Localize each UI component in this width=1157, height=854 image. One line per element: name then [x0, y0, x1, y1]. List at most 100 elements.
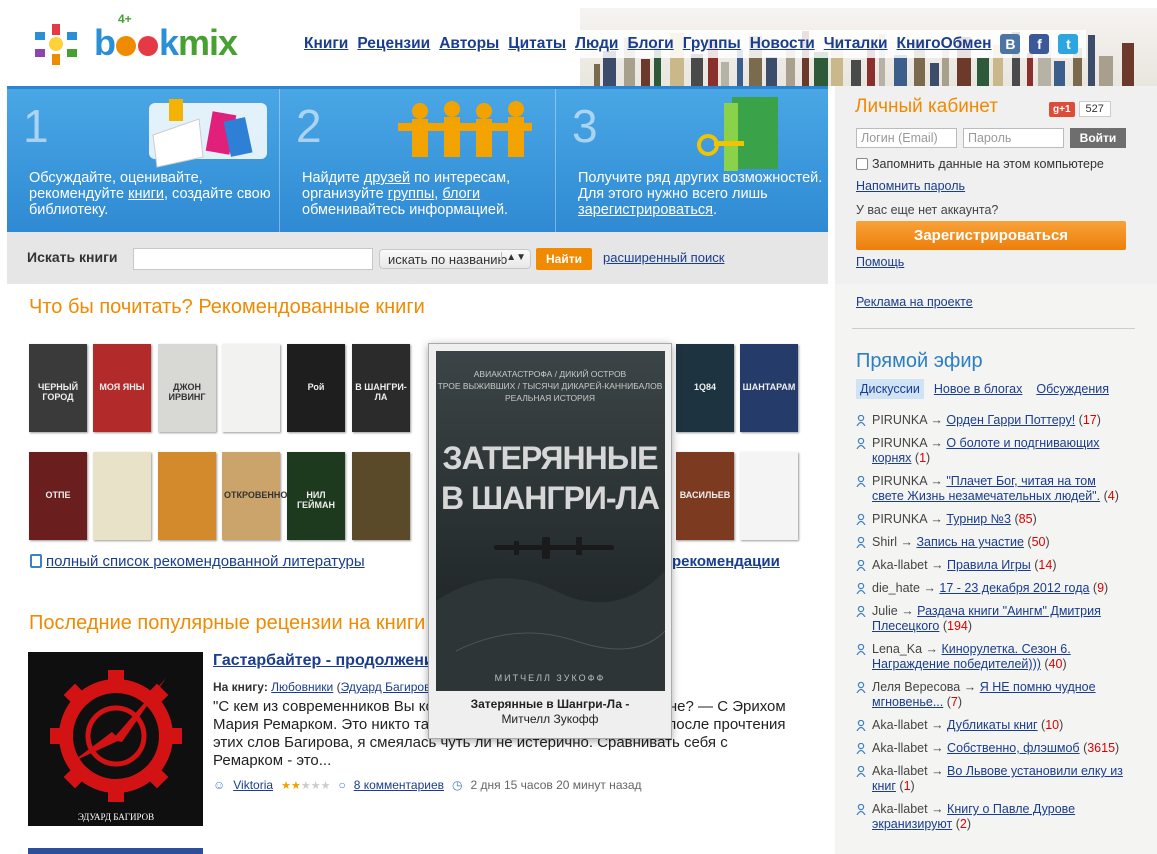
nav-item[interactable]: КнигоОбмен — [897, 35, 992, 53]
book-cover[interactable] — [352, 452, 410, 540]
feed-user[interactable]: Lena_Ka — [872, 642, 922, 656]
book-popup[interactable]: АВИАКАТАСТРОФА / ДИКИЙ ОСТРОВ ТРОЕ ВЫЖИВ… — [428, 343, 672, 739]
feed-topic-link[interactable]: Раздача книги "Аингм" Дмитрия Плесецкого — [872, 604, 1101, 633]
book-cover[interactable]: 1Q84 — [676, 344, 734, 432]
recommendations-link[interactable]: рекомендации — [672, 553, 780, 570]
advanced-search-link[interactable]: расширенный поиск — [603, 250, 724, 265]
clock-icon: ◷ — [452, 778, 463, 792]
feed-user[interactable]: Aka-llabet — [872, 741, 928, 755]
book-cover[interactable]: ДЖОН ИРВИНГ — [158, 344, 216, 432]
nav-item[interactable]: Читалки — [824, 35, 888, 53]
search-button[interactable]: Найти — [536, 248, 592, 270]
nav-item[interactable]: Цитаты — [508, 35, 566, 53]
book-cover[interactable]: ЧЕРНЫЙ ГОРОД — [29, 344, 87, 432]
nav-item[interactable]: Блоги — [627, 35, 673, 53]
forgot-password-link[interactable]: Напомнить пароль — [856, 179, 965, 193]
book-cover[interactable] — [222, 344, 280, 432]
tab-2[interactable]: Обсуждения — [1032, 379, 1113, 399]
popup-cover: АВИАКАТАСТРОФА / ДИКИЙ ОСТРОВ ТРОЕ ВЫЖИВ… — [436, 351, 665, 691]
books-icon — [149, 99, 267, 168]
review-time: 2 дня 15 часов 20 минут назад — [470, 778, 642, 792]
feed-topic-link[interactable]: Дубликаты книг — [947, 718, 1038, 732]
book-cover[interactable]: ОТКРОВЕННО — [222, 452, 287, 540]
shelf-book — [691, 54, 703, 86]
register-button[interactable]: Зарегистрироваться — [856, 221, 1126, 250]
groups-link[interactable]: группы — [388, 186, 435, 202]
feed-user[interactable]: PIRUNKA — [872, 474, 927, 488]
comments-link[interactable]: 8 комментариев — [354, 778, 444, 792]
feed-topic-link[interactable]: Правила Игры — [947, 558, 1031, 572]
gplus-button[interactable]: g+1 — [1049, 101, 1075, 117]
nav-item[interactable]: Рецензии — [357, 35, 430, 53]
nav-item[interactable]: Группы — [683, 35, 741, 53]
book-cover[interactable]: НИЛ ГЕЙМАН — [287, 452, 345, 540]
logo[interactable]: 4+ b kmix — [30, 12, 260, 66]
book-cover[interactable] — [158, 452, 216, 540]
feed-user[interactable]: Shirl — [872, 535, 897, 549]
reviews-title: Последние популярные рецензии на книги — [29, 612, 426, 634]
feed-user[interactable]: PIRUNKA — [872, 436, 927, 450]
review-author-link[interactable]: Эдуард Багиров — [341, 680, 431, 694]
tab-0[interactable]: Дискуссии — [856, 379, 924, 399]
books-link[interactable]: книги — [128, 186, 164, 202]
book-cover[interactable]: ШАНТАРАМ — [740, 344, 798, 432]
review-book-link[interactable]: Любовники — [271, 680, 333, 694]
review-book-cover[interactable]: ЭДУАРД БАГИРОВ — [28, 652, 203, 826]
feed-topic-link[interactable]: Турнир №3 — [946, 512, 1011, 526]
feed-count: 50 — [1031, 535, 1046, 549]
feed-topic-link[interactable]: Орден Гарри Поттеру! — [946, 413, 1075, 427]
review-title-link[interactable]: Гастарбайтер - продолжение — [213, 652, 443, 670]
feed-user[interactable]: Aka-llabet — [872, 802, 928, 816]
feed-topic-link[interactable]: 17 - 23 декабря 2012 года — [939, 581, 1089, 595]
facebook-icon[interactable]: f — [1029, 34, 1050, 54]
nav-item[interactable]: Авторы — [439, 35, 499, 53]
login-button[interactable]: Войти — [1070, 128, 1126, 148]
book-cover[interactable] — [740, 452, 798, 540]
register-link[interactable]: зарегистрироваться — [578, 202, 713, 218]
tab-1[interactable]: Новое в блогах — [930, 379, 1026, 399]
step-number: 2 — [296, 100, 322, 152]
feed-user[interactable]: die_hate — [872, 581, 920, 595]
step-number: 1 — [23, 100, 49, 152]
search-type-select[interactable]: искать по названию ▲▼ — [379, 249, 531, 269]
shelf-book — [1054, 61, 1065, 86]
search-input[interactable] — [133, 248, 373, 270]
help-link[interactable]: Помощь — [856, 255, 904, 269]
feed-count: 14 — [1038, 558, 1053, 572]
book-cover[interactable] — [93, 452, 151, 540]
feed-user[interactable]: Aka-llabet — [872, 558, 928, 572]
nav-item[interactable]: Книги — [304, 35, 348, 53]
gplus-widget[interactable]: g+1 527 — [1049, 100, 1111, 118]
book-cover[interactable]: ОТПЕ — [29, 452, 87, 540]
password-input[interactable]: Пароль — [963, 128, 1064, 148]
checkbox[interactable] — [856, 158, 868, 170]
login-input[interactable]: Логин (Email) — [856, 128, 957, 148]
remember-checkbox[interactable]: Запомнить данные на этом компьютере — [856, 157, 1104, 171]
star-filled-icon: ★ — [290, 780, 301, 792]
book-cover[interactable]: ВАСИЛЬЕВ — [676, 452, 734, 540]
nav-item[interactable]: Новости — [750, 35, 815, 53]
feed-topic-link[interactable]: Собственно, флэшмоб — [947, 741, 1080, 755]
blogs-link[interactable]: блоги — [442, 186, 480, 202]
svg-text:АВИАКАТАСТРОФА / ДИКИЙ ОСТРОВ: АВИАКАТАСТРОФА / ДИКИЙ ОСТРОВ — [474, 368, 627, 379]
nav-item[interactable]: Люди — [575, 35, 618, 53]
friends-link[interactable]: друзей — [364, 170, 410, 186]
advertising-link[interactable]: Реклама на проекте — [856, 295, 973, 309]
feed-user[interactable]: Aka-llabet — [872, 718, 928, 732]
feed-topic-link[interactable]: Запись на участие — [916, 535, 1023, 549]
review-user-link[interactable]: Viktoria — [233, 778, 273, 792]
feed-user[interactable]: Леля Вересова — [872, 680, 960, 694]
book-cover[interactable]: МОЯ ЯНЫ — [93, 344, 151, 432]
user-icon — [856, 742, 866, 755]
book-cover[interactable]: Рой — [287, 344, 345, 432]
feed-user[interactable]: PIRUNKA — [872, 512, 927, 526]
full-list-link[interactable]: полный список рекомендованной литературы — [30, 553, 365, 570]
feed-user[interactable]: Julie — [872, 604, 898, 618]
feed-item: Aka-llabet → Во Львове установили елку и… — [856, 764, 1126, 794]
vkontakte-icon[interactable]: B — [1000, 34, 1021, 54]
book-cover[interactable]: В ШАНГРИ-ЛА — [352, 344, 410, 432]
twitter-icon[interactable]: t — [1058, 34, 1079, 54]
next-review-cover — [28, 848, 203, 854]
feed-user[interactable]: Aka-llabet — [872, 764, 928, 778]
feed-user[interactable]: PIRUNKA — [872, 413, 927, 427]
